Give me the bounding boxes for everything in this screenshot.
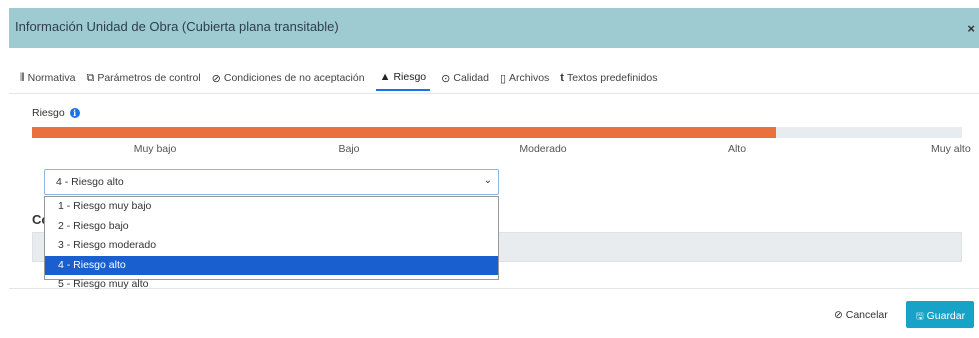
tab-label: Archivos	[509, 72, 550, 84]
save-button[interactable]: 🖫 Guardar	[906, 301, 974, 328]
risk-select-dropdown: 1 - Riesgo muy bajo 2 - Riesgo bajo 3 - …	[44, 196, 499, 290]
tab-label: Calidad	[453, 72, 489, 84]
tab-label: Riesgo	[393, 71, 427, 83]
tab-bar: ⫴ Normativa ⧉ Parámetros de control ⊘ Co…	[20, 65, 668, 93]
tab-label: Condiciones de no aceptación	[223, 72, 365, 84]
tab-riesgo[interactable]: ▲ Riesgo	[375, 65, 431, 91]
sliders-icon: ⫴	[20, 71, 25, 84]
risk-select[interactable]: 4 - Riesgo alto ⌄	[44, 169, 499, 195]
risk-select-value: 4 - Riesgo alto	[56, 176, 124, 188]
save-icon: 🖫	[916, 311, 924, 321]
close-button[interactable]: ×	[967, 21, 975, 36]
risk-label-row: Riesgo i	[32, 107, 80, 119]
risk-tick-label: Bajo	[338, 143, 360, 155]
risk-option-1[interactable]: 1 - Riesgo muy bajo	[45, 197, 498, 217]
risk-option-4[interactable]: 4 - Riesgo alto	[45, 255, 498, 276]
ban-icon: ⊘	[211, 72, 221, 85]
cancel-icon: ⊘	[834, 309, 843, 321]
dialog-title: Información Unidad de Obra (Cubierta pla…	[15, 19, 339, 34]
risk-option-2[interactable]: 2 - Riesgo bajo	[45, 217, 498, 237]
tab-textos-predefinidos[interactable]: t Textos predefinidos	[560, 65, 657, 91]
text-icon: t	[560, 72, 564, 84]
risk-progress-bar	[32, 127, 962, 138]
risk-tick-label: Muy alto	[931, 143, 971, 155]
chevron-down-icon: ⌄	[483, 175, 492, 186]
tab-parametros-de-control[interactable]: ⧉ Parámetros de control	[86, 65, 200, 91]
tabs-divider	[9, 93, 979, 94]
check-circle-icon: ⊙	[441, 72, 451, 85]
risk-tick-label: Muy bajo	[133, 143, 177, 155]
tab-calidad[interactable]: ⊙ Calidad	[441, 65, 489, 91]
info-icon[interactable]: i	[69, 108, 80, 118]
cancel-button[interactable]: ⊘ Cancelar	[834, 309, 888, 321]
save-label: Guardar	[926, 310, 966, 322]
risk-option-3[interactable]: 3 - Riesgo moderado	[45, 236, 498, 256]
tab-label: Textos predefinidos	[566, 72, 658, 84]
tab-archivos[interactable]: ▯ Archivos	[500, 65, 549, 91]
file-icon: ▯	[499, 72, 507, 85]
risk-tick-label: Alto	[727, 143, 747, 155]
tab-label: Normativa	[27, 72, 76, 84]
risk-tick-label: Moderado	[519, 143, 567, 155]
copy-icon: ⧉	[86, 71, 95, 84]
risk-label: Riesgo	[32, 107, 65, 119]
tab-condiciones-no-aceptacion[interactable]: ⊘ Condiciones de no aceptación	[212, 65, 365, 91]
tab-label: Parámetros de control	[97, 72, 201, 84]
risk-progress-fill	[32, 127, 776, 138]
warning-icon: ▲	[379, 71, 391, 83]
tab-normativa[interactable]: ⫴ Normativa	[20, 65, 75, 91]
dialog-header: Información Unidad de Obra (Cubierta pla…	[9, 8, 979, 48]
risk-option-5[interactable]: 5 - Riesgo muy alto	[45, 275, 498, 295]
cancel-label: Cancelar	[845, 309, 888, 321]
